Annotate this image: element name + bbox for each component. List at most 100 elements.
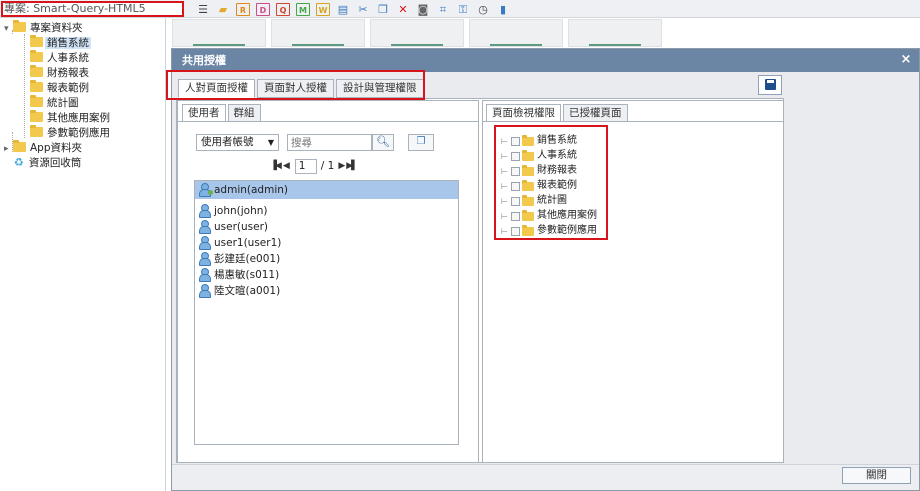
user-icon (199, 236, 211, 250)
last-page-icon[interactable]: ▶▌ (346, 161, 358, 171)
user-name: admin(admin) (214, 184, 288, 196)
menu-icon[interactable]: ☰ (196, 3, 210, 16)
tab-users[interactable]: 使用者 (182, 104, 226, 122)
scissors-icon[interactable]: ✂ (356, 3, 370, 16)
divider (178, 121, 478, 122)
page-input[interactable]: 1 (294, 158, 317, 174)
first-page-icon[interactable]: ▐◀ (270, 161, 282, 171)
user-name: user(user) (214, 221, 268, 233)
tree-item-app-folder[interactable]: ▸ App資料夾 (4, 140, 84, 156)
background-panel (469, 19, 563, 47)
tree-item-sales[interactable]: 銷售系統 (30, 35, 91, 50)
user-icon (199, 268, 211, 282)
tree-label: 財務報表 (47, 67, 89, 79)
tree-label: 其他應用案例 (47, 112, 110, 124)
copy-icon: ❐ (416, 136, 426, 147)
user-row[interactable]: admin(admin) (195, 181, 458, 199)
background-panel (568, 19, 662, 47)
frame-icon[interactable]: ⌗ (436, 3, 450, 16)
next-page-icon[interactable]: ▶ (338, 161, 345, 171)
user-name: john(john) (214, 205, 268, 217)
search-icon: 🔍︎ (376, 135, 390, 148)
save-button[interactable] (758, 75, 782, 95)
list-icon[interactable]: ▤ (336, 3, 350, 16)
expand-icon[interactable]: ▸ (4, 142, 13, 156)
collapse-icon[interactable]: ▾ (4, 22, 13, 36)
tree-label: 專案資料夾 (30, 22, 83, 34)
tree-item-hr[interactable]: 人事系統 (30, 50, 91, 65)
dialog-title: 共用授權 (172, 49, 919, 72)
user-row[interactable]: 陸文暄(a001) (195, 282, 458, 300)
tree-item-charts[interactable]: 統計圖 (30, 95, 81, 110)
background-panel (271, 19, 365, 47)
folder-icon (30, 110, 43, 122)
dialog-footer (172, 464, 919, 490)
tree-label: App資料夾 (30, 142, 83, 154)
user-name: user1(user1) (214, 237, 282, 249)
select-value: 使用者帳號 (201, 136, 254, 148)
tree-item-other-cases[interactable]: 其他應用案例 (30, 110, 112, 125)
tree-item-report-samples[interactable]: 報表範例 (30, 80, 91, 95)
prev-page-icon[interactable]: ◀ (283, 161, 290, 171)
user-icon (199, 204, 211, 218)
folder-icon (30, 50, 43, 62)
user-name: 楊惠敏(s011) (214, 269, 280, 281)
user-group-tabs: 使用者 群組 (182, 104, 263, 122)
search-input[interactable] (287, 134, 372, 151)
user-icon (199, 284, 211, 298)
tree-label: 資源回收筒 (28, 157, 82, 169)
pager: ▐◀ ◀ 1 / 1 ▶ ▶▌ (270, 158, 359, 174)
tree-item-param-samples[interactable]: 參數範例應用 (30, 125, 112, 140)
folder-icon (13, 140, 26, 152)
save-icon (764, 79, 776, 90)
delete-icon[interactable]: ✕ (396, 3, 410, 16)
tree-root-project-folder[interactable]: ▾ 專案資料夾 (4, 20, 85, 36)
user-icon (199, 252, 211, 266)
divider (483, 121, 783, 122)
doc-w-icon[interactable]: W (316, 2, 330, 16)
tree-label: 報表範例 (47, 82, 89, 94)
tree-item-finance[interactable]: 財務報表 (30, 65, 91, 80)
search-button[interactable]: 🔍︎ (372, 134, 394, 151)
close-button[interactable]: 關閉 (842, 467, 911, 484)
user-icon (199, 183, 213, 197)
tree-label: 統計圖 (47, 97, 79, 109)
user-icon (199, 220, 211, 234)
clock-icon[interactable]: ◷ (476, 3, 490, 16)
user-list: admin(admin) john(john) user(user) user1… (194, 180, 459, 445)
chevron-down-icon: ▼ (267, 138, 274, 147)
camera-icon[interactable]: ◙ (416, 3, 430, 16)
key-icon[interactable]: ⚿ (456, 3, 470, 16)
chart-d-icon[interactable]: D (256, 2, 270, 16)
tab-authorized-pages[interactable]: 已授權頁面 (563, 104, 628, 122)
project-label: 專案: Smart-Query-HTML5 (1, 1, 184, 17)
tree-label: 人事系統 (47, 52, 89, 64)
folder-icon (30, 35, 43, 47)
highlight-box (166, 70, 425, 100)
search-field-select[interactable]: 使用者帳號 ▼ (196, 134, 279, 151)
top-toolbar: 專案: Smart-Query-HTML5 ☰ ▰ R D Q M W ▤ ✂ … (0, 0, 920, 18)
user-name: 彭建廷(e001) (214, 253, 281, 265)
highlight-box (494, 125, 608, 240)
book-icon[interactable]: ▮ (496, 3, 510, 16)
copy-button[interactable]: ❐ (408, 134, 434, 151)
copy-icon[interactable]: ❐ (376, 3, 390, 16)
tab-groups[interactable]: 群組 (227, 104, 261, 122)
background-panel (172, 19, 266, 47)
folder-icon (13, 20, 26, 32)
folder-icon (30, 80, 43, 92)
user-name: 陸文暄(a001) (214, 285, 281, 297)
close-icon[interactable]: × (899, 52, 913, 68)
report-icon[interactable]: R (236, 2, 250, 16)
background-panel (370, 19, 464, 47)
folder-icon (30, 95, 43, 107)
tree-item-recycle-bin[interactable]: ♻ 資源回收筒 (14, 156, 83, 170)
doc-m-icon[interactable]: M (296, 2, 310, 16)
folder-add-icon[interactable]: ▰ (216, 3, 230, 16)
doc-q-icon[interactable]: Q (276, 2, 290, 16)
folder-icon (30, 125, 43, 137)
recycle-icon: ♻ (14, 156, 24, 169)
tab-page-view-permission[interactable]: 頁面檢視權限 (486, 104, 561, 122)
tree-label: 銷售系統 (45, 37, 91, 49)
page-tabs: 頁面檢視權限 已授權頁面 (486, 104, 630, 122)
